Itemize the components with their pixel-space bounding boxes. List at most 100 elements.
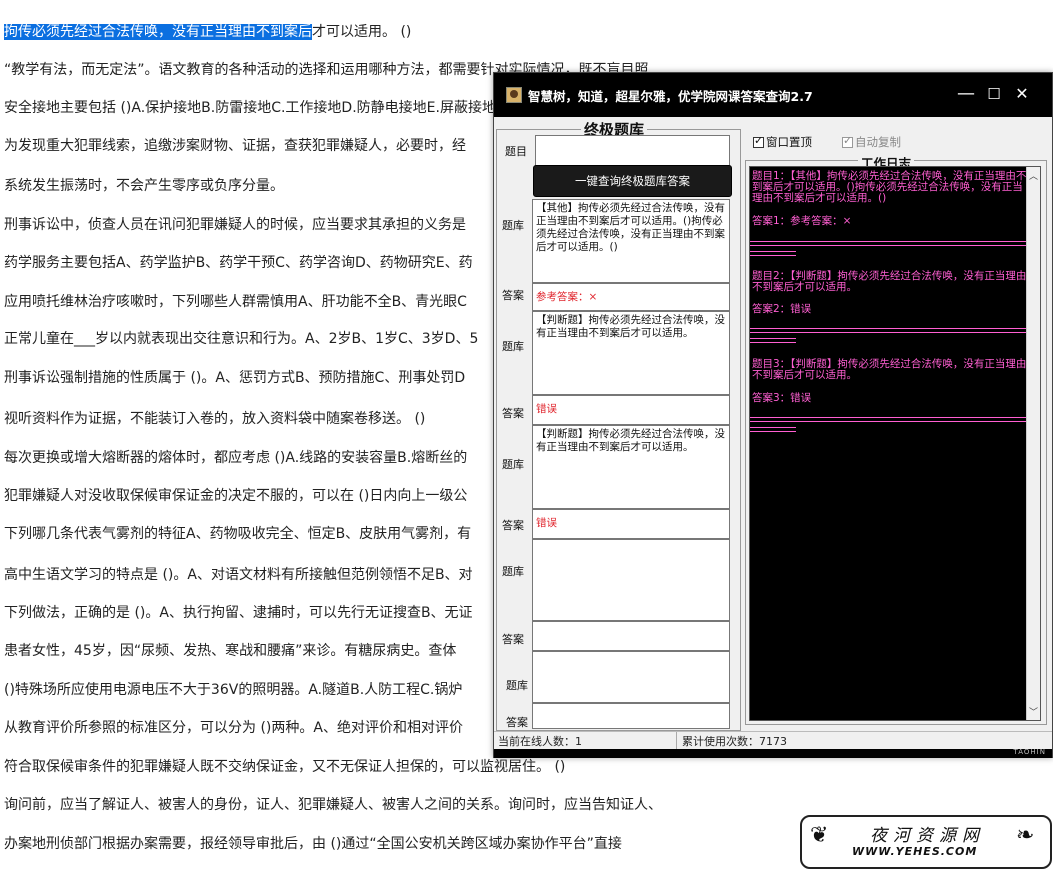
answer-textbox-4[interactable] — [532, 621, 730, 651]
online-count: 当前在线人数：1 — [498, 735, 582, 748]
line-text: 刑事诉讼中，侦查人员在讯问犯罪嫌疑人的时候，应当要求其承担的义务是 — [4, 217, 466, 233]
scroll-down-icon[interactable]: ﹀ — [1027, 705, 1040, 718]
bank-textbox-4[interactable] — [532, 539, 730, 621]
watermark-logo: ❦ 夜河资源网 WWW.YEHES.COM ❧ — [800, 815, 1052, 869]
answer-label: 答案 — [502, 289, 524, 302]
line-text: 正常儿童在___岁以内就表现出交往意识和行为。A、2岁B、1岁C、3岁D、5 — [4, 331, 479, 347]
log-question-1: 题目1：【其他】拘传必须先经过合法传唤，没有正当理由不到案后才可以适用。()拘传… — [752, 170, 1027, 204]
answer-label: 答案 — [502, 519, 524, 532]
line-text: 从教育评价所参照的标准区分，可以分为 ()两种。A、绝对评价和相对评价 — [4, 720, 463, 736]
line-text: 视听资料作为证据，不能装订入卷的，放入资料袋中随案卷移送。 () — [4, 411, 426, 427]
document-line: 视听资料作为证据，不能装订入卷的，放入资料袋中随案卷移送。 () — [4, 409, 425, 429]
ornament-right-icon: ❧ — [1016, 823, 1035, 848]
document-line: 为发现重大犯罪线索，追缴涉案财物、证据，查获犯罪嫌疑人，必要时，经 — [4, 136, 466, 156]
document-line: 从教育评价所参照的标准区分，可以分为 ()两种。A、绝对评价和相对评价 — [4, 718, 463, 738]
title-bar[interactable]: 智慧树，知道，超星尔雅，优学院网课答案查询2.7 — ☐ ✕ — [494, 73, 1052, 117]
document-line: ()特殊场所应使用电源电压不大于36V的照明器。A.隧道B.人防工程C.锅炉 — [4, 680, 462, 700]
question-input[interactable] — [535, 135, 730, 166]
line-text: 才可以适用。 () — [312, 24, 412, 40]
document-line: 正常儿童在___岁以内就表现出交往意识和行为。A、2岁B、1岁C、3岁D、5 — [4, 329, 478, 349]
document-line: 刑事诉讼强制措施的性质属于 ()。A、惩罚方式B、预防措施C、刑事处罚D — [4, 368, 465, 388]
bank-textbox-5[interactable] — [532, 651, 730, 703]
line-text: 高中生语文学习的特点是 ()。A、对语文材料有所接触但范例领悟不足B、对 — [4, 567, 473, 583]
answer-textbox-5[interactable] — [532, 703, 730, 729]
document-line: 询问前，应当了解证人、被害人的身份，证人、犯罪嫌疑人、被害人之间的关系。询问时，… — [4, 795, 662, 815]
line-text: 下列哪几条代表气雾剂的特征A、药物吸收完全、恒定B、皮肤用气雾剂，有 — [4, 526, 472, 542]
log-question-3: 题目3：【判断题】拘传必须先经过合法传唤，没有正当理由不到案后才可以适用。 — [752, 358, 1027, 381]
selected-text: 拘传必须先经过合法传唤，没有正当理由不到案后 — [4, 24, 312, 40]
line-text: ()特殊场所应使用电源电压不大于36V的照明器。A.隧道B.人防工程C.锅炉 — [4, 682, 463, 698]
bank-label: 题库 — [502, 219, 524, 232]
auto-copy-checkbox[interactable]: 自动复制 — [842, 134, 901, 150]
document-line: 刑事诉讼中，侦查人员在讯问犯罪嫌疑人的时候，应当要求其承担的义务是 — [4, 215, 466, 235]
line-text: 患者女性，45岁，因“尿频、发热、寒战和腰痛”来诊。有糖尿病史。查体 — [4, 643, 457, 659]
line-text: 询问前，应当了解证人、被害人的身份，证人、犯罪嫌疑人、被害人之间的关系。询问时，… — [4, 797, 662, 813]
status-bar: 当前在线人数：1 累计使用次数：7173 — [494, 731, 1052, 750]
bank-label: 题库 — [506, 679, 528, 692]
close-button[interactable]: ✕ — [1008, 81, 1036, 107]
line-text: 药学服务主要包括A、药学监护B、药学干预C、药学咨询D、药物研究E、药 — [4, 255, 473, 271]
document-line: 办案地刑侦部门根据办案需要，报经领导审批后，由 ()通过“全国公安机关跨区域办案… — [4, 834, 622, 854]
brand-label: TAOHIN — [1013, 748, 1046, 756]
bank-label: 题库 — [502, 565, 524, 578]
line-text: 符合取保候审条件的犯罪嫌疑人既不交纳保证金，又不无保证人担保的，可以监视居住。 … — [4, 759, 566, 775]
bank-textbox-1[interactable]: 【其他】拘传必须先经过合法传唤，没有正当理由不到案后才可以适用。()拘传必须先经… — [532, 199, 730, 283]
answer-label: 答案 — [506, 716, 528, 729]
document-line: 犯罪嫌疑人对没收取保候审保证金的决定不服的，可以在 ()日内向上一级公 — [4, 486, 467, 506]
question-label: 题目 — [505, 145, 527, 158]
log-separator — [750, 427, 796, 432]
document-line: 高中生语文学习的特点是 ()。A、对语文材料有所接触但范例领悟不足B、对 — [4, 565, 473, 585]
log-answer-1: 答案1：参考答案：× — [752, 215, 852, 227]
line-text: 办案地刑侦部门根据办案需要，报经领导审批后，由 ()通过“全国公安机关跨区域办案… — [4, 836, 622, 852]
document-line: 系统发生振荡时，不会产生零序或负序分量。 — [4, 176, 284, 196]
log-separator — [750, 241, 1028, 246]
window-title: 智慧树，知道，超星尔雅，优学院网课答案查询2.7 — [528, 89, 813, 104]
log-separator — [750, 417, 1028, 422]
answer-query-window: 智慧树，知道，超星尔雅，优学院网课答案查询2.7 — ☐ ✕ 终极题库 题目 一… — [493, 72, 1053, 758]
checkbox-checked-icon[interactable] — [842, 134, 853, 148]
line-text: 刑事诉讼强制措施的性质属于 ()。A、惩罚方式B、预防措施C、刑事处罚D — [4, 370, 466, 386]
answer-textbox-2[interactable]: 错误 — [532, 395, 730, 425]
bank-textbox-3[interactable]: 【判断题】拘传必须先经过合法传唤，没有正当理由不到案后才可以适用。 — [532, 425, 730, 509]
document-line: 下列做法，正确的是 ()。A、执行拘留、逮捕时，可以先行无证搜查B、无证 — [4, 603, 473, 623]
answer-textbox-1[interactable]: 参考答案：× — [532, 283, 730, 311]
log-scrollbar[interactable]: ︿ ﹀ — [1026, 167, 1040, 720]
bank-label: 题库 — [502, 458, 524, 471]
document-line: 药学服务主要包括A、药学监护B、药学干预C、药学咨询D、药物研究E、药 — [4, 253, 473, 273]
stay-on-top-checkbox[interactable]: 窗口置顶 — [753, 134, 812, 150]
bank-label: 题库 — [502, 340, 524, 353]
minimize-button[interactable]: — — [952, 81, 980, 107]
answer-textbox-3[interactable]: 错误 — [532, 509, 730, 539]
bank-textbox-2[interactable]: 【判断题】拘传必须先经过合法传唤，没有正当理由不到案后才可以适用。 — [532, 311, 730, 395]
answer-label: 答案 — [502, 633, 524, 646]
watermark-title: 夜河资源网 — [870, 826, 985, 846]
line-text: 犯罪嫌疑人对没收取保候审保证金的决定不服的，可以在 ()日内向上一级公 — [4, 488, 468, 504]
document-line: 拘传必须先经过合法传唤，没有正当理由不到案后才可以适用。 () — [4, 22, 411, 42]
bottom-strip: TAOHIN — [494, 748, 1052, 758]
work-log-textarea[interactable]: 题目1：【其他】拘传必须先经过合法传唤，没有正当理由不到案后才可以适用。()拘传… — [749, 166, 1041, 721]
document-line: 下列哪几条代表气雾剂的特征A、药物吸收完全、恒定B、皮肤用气雾剂，有 — [4, 524, 471, 544]
document-line: 符合取保候审条件的犯罪嫌疑人既不交纳保证金，又不无保证人担保的，可以监视居住。 … — [4, 757, 565, 777]
document-line: 每次更换或增大熔断器的熔体时，都应考虑 ()A.线路的安装容量B.熔断丝的 — [4, 448, 467, 468]
maximize-button[interactable]: ☐ — [980, 81, 1008, 107]
query-button[interactable]: 一键查询终极题库答案 — [533, 165, 732, 197]
ornament-left-icon: ❦ — [810, 823, 829, 848]
scroll-up-icon[interactable]: ︿ — [1027, 169, 1040, 182]
log-question-2: 题目2：【判断题】拘传必须先经过合法传唤，没有正当理由不到案后才可以适用。 — [752, 270, 1027, 293]
status-divider — [676, 732, 677, 750]
answer-label: 答案 — [502, 407, 524, 420]
line-text: 为发现重大犯罪线索，追缴涉案财物、证据，查获犯罪嫌疑人，必要时，经 — [4, 138, 466, 154]
log-separator — [750, 251, 796, 256]
line-text: 下列做法，正确的是 ()。A、执行拘留、逮捕时，可以先行无证搜查B、无证 — [4, 605, 473, 621]
log-answer-3: 答案3：错误 — [752, 392, 812, 404]
line-text: 应用喷托维林治疗咳嗽时，下列哪些人群需慎用A、肝功能不全B、青光眼C — [4, 294, 467, 310]
checkbox-checked-icon[interactable] — [753, 134, 764, 148]
document-line: 应用喷托维林治疗咳嗽时，下列哪些人群需慎用A、肝功能不全B、青光眼C — [4, 292, 467, 312]
log-separator — [750, 338, 796, 343]
line-text: 每次更换或增大熔断器的熔体时，都应考虑 ()A.线路的安装容量B.熔断丝的 — [4, 450, 468, 466]
app-avatar-icon — [506, 87, 522, 103]
usage-count: 累计使用次数：7173 — [682, 735, 787, 748]
document-line: 患者女性，45岁，因“尿频、发热、寒战和腰痛”来诊。有糖尿病史。查体 — [4, 641, 456, 661]
line-text: 安全接地主要包括 ()A.保护接地B.防雷接地C.工作接地D.防静电接地E.屏蔽… — [4, 100, 496, 116]
stay-on-top-label: 窗口置顶 — [766, 135, 812, 149]
